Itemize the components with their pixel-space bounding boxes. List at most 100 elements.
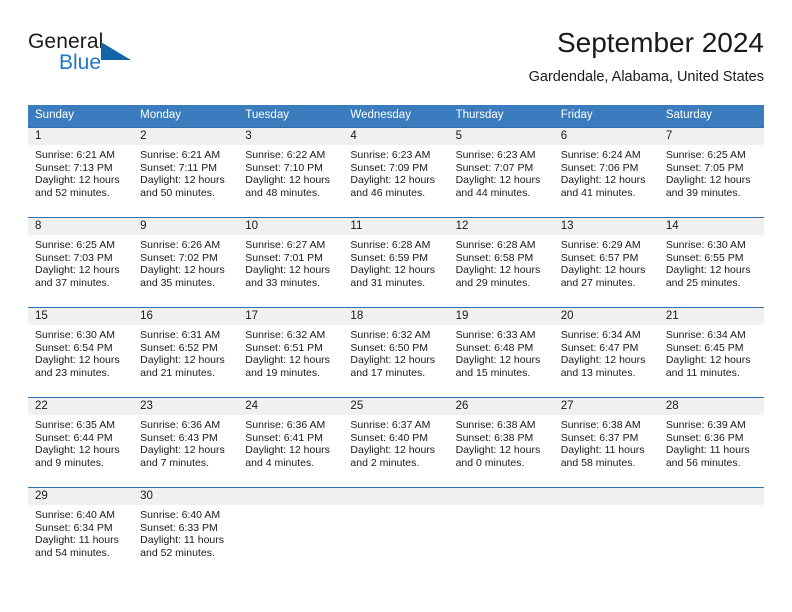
day-info-daylight2: and 29 minutes. <box>455 276 531 289</box>
day-info-sunrise: Sunrise: 6:28 AM <box>455 239 536 251</box>
day-sun-info: Sunrise: 6:32 AM Sunset: 6:51 PM Daylight:… <box>238 325 343 379</box>
day-info-sunset: Sunset: 7:13 PM <box>35 161 113 174</box>
weekday-header-sunday: Sunday <box>28 105 134 128</box>
day-info-sunset: Sunset: 7:06 PM <box>560 161 639 174</box>
day-info-sunrise: Sunrise: 6:32 AM <box>350 329 431 341</box>
calendar-day-cell[interactable]: 20 Sunrise: 6:34 AM Sunset: 6:47 PM Dayligh… <box>553 307 659 398</box>
day-info-sunrise: Sunrise: 6:33 AM <box>455 329 536 341</box>
day-info-daylight2: and 19 minutes. <box>245 366 320 379</box>
calendar-day-cell[interactable]: 4 Sunrise: 6:23 AM Sunset: 7:09 PM Daylight… <box>343 127 449 218</box>
calendar-day-cell[interactable]: 22 Sunrise: 6:35 AM Sunset: 6:44 PM Dayligh… <box>28 397 134 488</box>
calendar-day-cell[interactable]: 11 Sunrise: 6:28 AM Sunset: 6:59 PM Dayligh… <box>343 217 449 308</box>
calendar-day-cell[interactable]: 25 Sunrise: 6:37 AM Sunset: 6:40 PM Dayligh… <box>343 397 449 488</box>
day-sun-info: Sunrise: 6:29 AM Sunset: 6:57 PM Daylight:… <box>554 235 659 289</box>
calendar-day-cell[interactable]: 5 Sunrise: 6:23 AM Sunset: 7:07 PM Daylight… <box>448 127 554 218</box>
calendar-day-cell[interactable]: 19 Sunrise: 6:33 AM Sunset: 6:48 PM Dayligh… <box>448 307 554 398</box>
weekday-header-monday: Monday <box>133 105 239 128</box>
calendar-day-cell[interactable]: 3 Sunrise: 6:22 AM Sunset: 7:10 PM Daylight… <box>238 127 344 218</box>
day-cell-content: 13 Sunrise: 6:29 AM Sunset: 6:57 PM Dayligh… <box>553 218 659 307</box>
page-subtitle: Gardendale, Alabama, United States <box>528 69 764 85</box>
day-sun-info: Sunrise: 6:21 AM Sunset: 7:13 PM Daylight:… <box>28 145 133 199</box>
day-number: 4 <box>343 128 449 145</box>
day-info-daylight2: and 4 minutes. <box>245 456 315 469</box>
day-cell-content: 6 Sunrise: 6:24 AM Sunset: 7:06 PM Daylight… <box>553 128 659 217</box>
day-cell-content: 27 Sunrise: 6:38 AM Sunset: 6:37 PM Dayligh… <box>553 398 659 487</box>
day-cell-content: 8 Sunrise: 6:25 AM Sunset: 7:03 PM Daylight… <box>28 218 134 307</box>
calendar-day-cell[interactable]: 30 Sunrise: 6:40 AM Sunset: 6:33 PM Dayligh… <box>133 487 239 577</box>
calendar-day-cell[interactable]: 9 Sunrise: 6:26 AM Sunset: 7:02 PM Daylight… <box>133 217 239 308</box>
calendar-day-cell[interactable]: 7 Sunrise: 6:25 AM Sunset: 7:05 PM Daylight… <box>658 127 764 218</box>
day-cell-content: 15 Sunrise: 6:30 AM Sunset: 6:54 PM Dayligh… <box>28 308 134 397</box>
day-info-sunset: Sunset: 6:54 PM <box>35 341 113 354</box>
calendar-day-cell[interactable]: 23 Sunrise: 6:36 AM Sunset: 6:43 PM Dayligh… <box>133 397 239 488</box>
day-info-daylight1: Daylight: 12 hours <box>350 354 436 367</box>
day-info-sunset: Sunset: 7:02 PM <box>140 251 218 264</box>
day-info-daylight1: Daylight: 12 hours <box>560 174 646 187</box>
day-number: 13 <box>553 218 659 235</box>
day-info-sunrise: Sunrise: 6:21 AM <box>35 149 115 161</box>
day-cell-content <box>658 488 764 577</box>
day-number: 5 <box>448 128 554 145</box>
day-sun-info: Sunrise: 6:40 AM Sunset: 6:33 PM Daylight:… <box>133 505 238 559</box>
day-info-daylight2: and 7 minutes. <box>140 456 210 469</box>
day-cell-content: 16 Sunrise: 6:31 AM Sunset: 6:52 PM Dayligh… <box>133 308 239 397</box>
day-sun-info: Sunrise: 6:34 AM Sunset: 6:47 PM Daylight:… <box>554 325 659 379</box>
day-info-daylight1: Daylight: 11 hours <box>35 534 119 547</box>
day-cell-content: 17 Sunrise: 6:32 AM Sunset: 6:51 PM Dayligh… <box>238 308 344 397</box>
day-info-sunrise: Sunrise: 6:25 AM <box>665 149 746 161</box>
day-number: 22 <box>28 398 134 415</box>
day-info-daylight2: and 50 minutes. <box>140 186 215 199</box>
day-info-daylight1: Daylight: 12 hours <box>665 264 751 277</box>
calendar-day-cell[interactable]: 16 Sunrise: 6:31 AM Sunset: 6:52 PM Dayligh… <box>133 307 239 398</box>
day-number <box>553 488 659 505</box>
calendar-day-cell[interactable]: 15 Sunrise: 6:30 AM Sunset: 6:54 PM Dayligh… <box>28 307 134 398</box>
day-sun-info: Sunrise: 6:28 AM Sunset: 6:59 PM Daylight:… <box>343 235 448 289</box>
day-info-sunrise: Sunrise: 6:21 AM <box>140 149 221 161</box>
calendar-day-cell[interactable]: 10 Sunrise: 6:27 AM Sunset: 7:01 PM Dayligh… <box>238 217 344 308</box>
calendar-day-cell[interactable]: 12 Sunrise: 6:28 AM Sunset: 6:58 PM Dayligh… <box>448 217 554 308</box>
calendar-day-cell[interactable]: 26 Sunrise: 6:38 AM Sunset: 6:38 PM Dayligh… <box>448 397 554 488</box>
day-info-daylight1: Daylight: 11 hours <box>140 534 224 547</box>
weekday-header-tuesday: Tuesday <box>238 105 344 128</box>
day-cell-content: 24 Sunrise: 6:36 AM Sunset: 6:41 PM Dayligh… <box>238 398 344 487</box>
day-number: 12 <box>448 218 554 235</box>
day-number <box>343 488 449 505</box>
day-info-daylight2: and 52 minutes. <box>35 186 110 199</box>
calendar-day-cell[interactable]: 8 Sunrise: 6:25 AM Sunset: 7:03 PM Daylight… <box>28 217 134 308</box>
day-info-daylight1: Daylight: 12 hours <box>665 354 751 367</box>
calendar-day-cell[interactable]: 29 Sunrise: 6:40 AM Sunset: 6:34 PM Dayligh… <box>28 487 134 577</box>
day-number: 18 <box>343 308 449 325</box>
day-sun-info: Sunrise: 6:25 AM Sunset: 7:03 PM Daylight:… <box>28 235 133 289</box>
calendar-day-cell[interactable]: 21 Sunrise: 6:34 AM Sunset: 6:45 PM Dayligh… <box>658 307 764 398</box>
day-cell-content: 12 Sunrise: 6:28 AM Sunset: 6:58 PM Dayligh… <box>448 218 554 307</box>
day-info-sunrise: Sunrise: 6:36 AM <box>140 419 221 431</box>
calendar-day-cell[interactable]: 18 Sunrise: 6:32 AM Sunset: 6:50 PM Dayligh… <box>343 307 449 398</box>
day-info-sunrise: Sunrise: 6:36 AM <box>245 419 326 431</box>
day-number: 8 <box>28 218 134 235</box>
day-cell-content: 22 Sunrise: 6:35 AM Sunset: 6:44 PM Dayligh… <box>28 398 134 487</box>
day-info-daylight2: and 31 minutes. <box>350 276 426 289</box>
general-blue-logo[interactable]: General Blue <box>28 30 148 84</box>
day-info-daylight1: Daylight: 12 hours <box>455 444 541 457</box>
day-info-sunset: Sunset: 6:34 PM <box>35 521 113 534</box>
day-info-daylight2: and 11 minutes. <box>665 366 740 379</box>
day-info-sunset: Sunset: 6:45 PM <box>665 341 744 354</box>
calendar-day-cell[interactable]: 1 Sunrise: 6:21 AM Sunset: 7:13 PM Daylight… <box>28 127 134 218</box>
calendar-day-cell[interactable]: 24 Sunrise: 6:36 AM Sunset: 6:41 PM Dayligh… <box>238 397 344 488</box>
calendar-day-cell[interactable]: 6 Sunrise: 6:24 AM Sunset: 7:06 PM Daylight… <box>553 127 659 218</box>
day-info-daylight1: Daylight: 12 hours <box>140 174 225 187</box>
calendar-day-cell[interactable]: 13 Sunrise: 6:29 AM Sunset: 6:57 PM Dayligh… <box>553 217 659 308</box>
calendar-day-cell[interactable]: 14 Sunrise: 6:30 AM Sunset: 6:55 PM Dayligh… <box>658 217 764 308</box>
day-number: 1 <box>28 128 134 145</box>
day-info-daylight2: and 23 minutes. <box>35 366 110 379</box>
day-info-daylight1: Daylight: 12 hours <box>455 264 541 277</box>
calendar-day-cell[interactable]: 17 Sunrise: 6:32 AM Sunset: 6:51 PM Dayligh… <box>238 307 344 398</box>
calendar-day-cell[interactable]: 27 Sunrise: 6:38 AM Sunset: 6:37 PM Dayligh… <box>553 397 659 488</box>
day-info-sunset: Sunset: 6:51 PM <box>245 341 323 354</box>
day-info-sunrise: Sunrise: 6:22 AM <box>245 149 326 161</box>
day-info-sunrise: Sunrise: 6:40 AM <box>35 509 115 521</box>
calendar-day-cell[interactable]: 2 Sunrise: 6:21 AM Sunset: 7:11 PM Daylight… <box>133 127 239 218</box>
day-number: 21 <box>658 308 764 325</box>
calendar-day-cell[interactable]: 28 Sunrise: 6:39 AM Sunset: 6:36 PM Dayligh… <box>658 397 764 488</box>
month-calendar: Sunday Monday Tuesday Wednesday Thursday… <box>28 105 764 577</box>
